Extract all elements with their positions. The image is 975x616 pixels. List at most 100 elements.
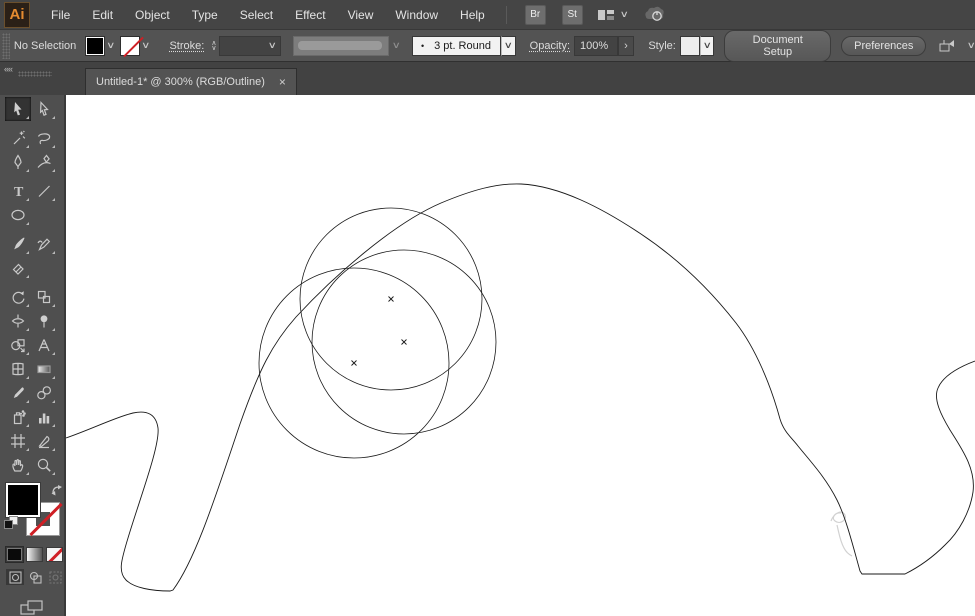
puppet-warp-tool[interactable]: [31, 309, 57, 333]
stepper-down-icon[interactable]: ∨: [211, 45, 216, 52]
rotate-tool-icon: [12, 291, 25, 304]
flyout-triangle-icon: [52, 448, 55, 451]
stroke-chevron-icon[interactable]: ∨: [137, 40, 159, 51]
menu-item-object[interactable]: Object: [124, 0, 181, 30]
shape-builder-tool[interactable]: [5, 333, 31, 357]
stroke-weight-label[interactable]: Stroke:: [169, 40, 204, 52]
puppet-warp-tool-icon: [40, 315, 48, 328]
eraser-tool[interactable]: [5, 256, 31, 280]
stock-button[interactable]: St: [561, 4, 583, 25]
gradient-tool[interactable]: [31, 357, 57, 381]
fill-indicator-swatch[interactable]: [5, 482, 41, 518]
flyout-triangle-icon: [52, 400, 55, 403]
rotate-tool[interactable]: [5, 285, 31, 309]
color-button[interactable]: [5, 546, 24, 563]
menu-item-view[interactable]: View: [337, 0, 385, 30]
line-segment-tool-icon: [38, 185, 50, 197]
menu-item-help[interactable]: Help: [449, 0, 496, 30]
menu-item-file[interactable]: File: [40, 0, 81, 30]
width-profile-chevron-icon: ∨: [392, 40, 402, 50]
selection-tool[interactable]: [5, 97, 31, 121]
eyedropper-tool[interactable]: [5, 381, 31, 405]
control-bar: No Selection ∨ ∨ Stroke: ∧ ∨ ∨ ∨ • 3 pt.…: [0, 29, 975, 62]
tool-grid: T: [5, 97, 61, 477]
menu-item-select[interactable]: Select: [229, 0, 284, 30]
bridge-button[interactable]: Br: [524, 4, 546, 25]
zoom-tool[interactable]: [31, 453, 57, 477]
eraser-tool-icon: [12, 263, 24, 275]
width-tool[interactable]: [5, 309, 31, 333]
opacity-label[interactable]: Opacity:: [530, 40, 570, 52]
options-chevron-icon[interactable]: ∨: [967, 40, 975, 51]
scale-tool[interactable]: [31, 285, 57, 309]
slice-tool[interactable]: [31, 429, 57, 453]
style-chevron-button[interactable]: ∨: [699, 35, 715, 56]
brush-chevron-button[interactable]: ∨: [500, 35, 516, 56]
toolbar-grip[interactable]: [18, 71, 52, 77]
menu-item-edit[interactable]: Edit: [81, 0, 124, 30]
curvature-tool[interactable]: [31, 150, 57, 174]
svg-text:T: T: [14, 185, 24, 199]
line-segment-tool[interactable]: [31, 179, 57, 203]
menu-item-type[interactable]: Type: [181, 0, 229, 30]
type-tool[interactable]: T: [5, 179, 31, 203]
artboard-canvas[interactable]: [66, 95, 975, 616]
style-swatch[interactable]: [679, 35, 700, 56]
default-fill-stroke-icon[interactable]: [4, 516, 18, 530]
screen-mode-icon[interactable]: [20, 599, 64, 616]
document-tab[interactable]: Untitled-1* @ 300% (RGB/Outline) ×: [85, 68, 297, 95]
perspective-grid-tool[interactable]: [31, 333, 57, 357]
opacity-field[interactable]: 100%: [574, 35, 618, 56]
control-bar-grip[interactable]: [2, 32, 10, 59]
workspace-chevron-icon[interactable]: ∨: [619, 9, 628, 20]
brush-name: 3 pt. Round: [434, 39, 491, 52]
opacity-panel-arrow[interactable]: ›: [617, 35, 635, 56]
drawing-mode-buttons: [6, 569, 64, 585]
shape-builder-tool-icon: [11, 339, 25, 353]
paintbrush-tool[interactable]: [5, 232, 31, 256]
illustrator-logo: Ai: [4, 1, 30, 28]
lasso-tool[interactable]: [31, 126, 57, 150]
preferences-button[interactable]: Preferences: [841, 35, 927, 56]
draw-behind-icon[interactable]: [26, 569, 44, 585]
style-chevron-icon: ∨: [702, 40, 712, 50]
flyout-triangle-icon: [26, 275, 29, 278]
document-setup-button[interactable]: Document Setup: [724, 29, 832, 62]
ellipse-tool[interactable]: [5, 203, 31, 227]
menu-item-window[interactable]: Window: [384, 0, 449, 30]
symbol-sprayer-tool[interactable]: [5, 405, 31, 429]
swap-fill-stroke-icon[interactable]: [51, 483, 64, 501]
magic-wand-tool-icon: [13, 130, 26, 145]
sync-status-icon[interactable]: [643, 6, 665, 24]
flyout-triangle-icon: [26, 145, 29, 148]
flyout-triangle-icon: [52, 169, 55, 172]
collapse-panel-icon[interactable]: ««: [4, 64, 13, 74]
menu-item-effect[interactable]: Effect: [284, 0, 336, 30]
workspace-switcher-icon[interactable]: [597, 8, 615, 22]
shaper-tool[interactable]: [31, 232, 57, 256]
ellipse-tool-icon: [11, 209, 25, 221]
flyout-triangle-icon: [52, 424, 55, 427]
magic-wand-tool[interactable]: [5, 126, 31, 150]
mini-fill: [4, 520, 13, 529]
stroke-weight-stepper[interactable]: ∧ ∨: [211, 40, 216, 52]
stroke-weight-chevron-icon[interactable]: ∨: [268, 40, 277, 51]
brush-definition-dropdown[interactable]: • 3 pt. Round: [411, 35, 501, 56]
mesh-tool[interactable]: [5, 357, 31, 381]
workspace: T: [0, 95, 975, 616]
none-button[interactable]: [46, 547, 63, 562]
flyout-triangle-icon: [26, 169, 29, 172]
artboard-tool[interactable]: [5, 429, 31, 453]
direct-selection-tool[interactable]: [31, 97, 57, 121]
control-panel-options-icon[interactable]: [938, 38, 958, 54]
draw-normal-icon[interactable]: [6, 569, 24, 585]
hand-tool[interactable]: [5, 453, 31, 477]
stroke-weight-dropdown[interactable]: ∨: [219, 35, 281, 56]
tab-close-icon[interactable]: ×: [279, 75, 286, 89]
column-graph-tool[interactable]: [31, 405, 57, 429]
gradient-button[interactable]: [26, 547, 43, 562]
fill-stroke-indicator: [4, 482, 64, 539]
blend-tool[interactable]: [31, 381, 57, 405]
pen-tool-icon: [14, 154, 22, 169]
pen-tool[interactable]: [5, 150, 31, 174]
